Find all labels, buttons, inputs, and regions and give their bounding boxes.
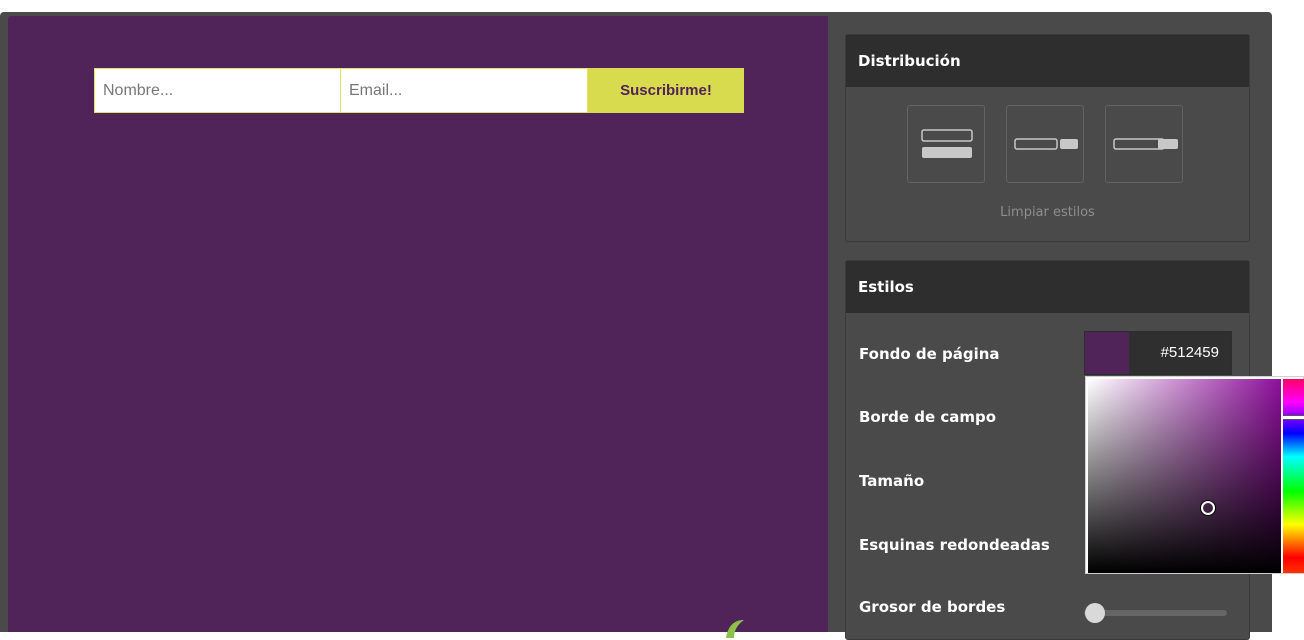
hue-handle[interactable] — [1283, 415, 1304, 420]
color-picker-popup — [1085, 376, 1304, 574]
inline-large-button-layout-button[interactable] — [1105, 105, 1183, 183]
leaf-icon — [726, 620, 744, 638]
distribution-panel: Distribución Limpiar estilos — [845, 34, 1250, 242]
slider-knob[interactable] — [1085, 603, 1105, 623]
form-preview: Suscribirme! — [8, 16, 828, 632]
size-label: Tamaño — [859, 472, 925, 490]
stacked-layout-button[interactable] — [907, 105, 985, 183]
email-input[interactable] — [341, 68, 588, 113]
border-width-label: Grosor de bordes — [859, 598, 1006, 616]
page-background-label: Fondo de página — [859, 345, 1000, 363]
distribution-title: Distribución — [846, 35, 1249, 87]
saturation-value-area[interactable] — [1088, 379, 1281, 573]
color-handle[interactable] — [1201, 501, 1215, 515]
subscribe-button[interactable]: Suscribirme! — [588, 68, 744, 113]
rounded-corners-label: Esquinas redondeadas — [859, 536, 1050, 554]
subscribe-form: Suscribirme! — [94, 68, 744, 113]
clear-styles-link[interactable]: Limpiar estilos — [846, 205, 1249, 220]
styles-title: Estilos — [846, 261, 1249, 313]
border-width-slider[interactable] — [1084, 603, 1227, 623]
color-hex-value: #512459 — [1160, 344, 1219, 361]
layout-options — [846, 87, 1249, 183]
page-background-color-input[interactable]: #512459 — [1084, 331, 1232, 375]
stacked-layout-icon — [921, 129, 973, 158]
name-input[interactable] — [94, 68, 341, 113]
field-border-label: Borde de campo — [859, 408, 997, 426]
slider-track — [1084, 610, 1227, 616]
inline-small-button-layout-button[interactable] — [1006, 105, 1084, 183]
color-swatch — [1085, 332, 1129, 374]
hue-bar[interactable] — [1283, 379, 1304, 573]
inline-large-button-layout-icon — [1113, 138, 1178, 150]
inline-small-button-layout-icon — [1014, 138, 1078, 150]
